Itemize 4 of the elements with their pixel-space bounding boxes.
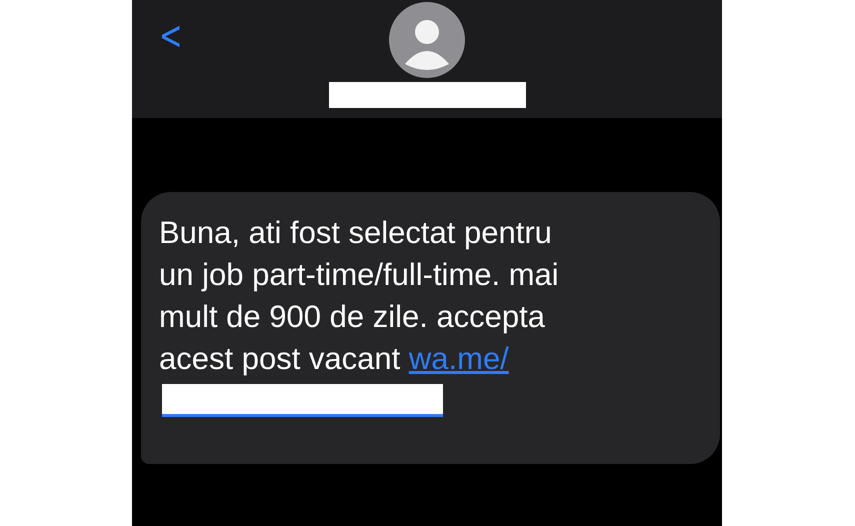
message-text: Buna, ati fost selectat pentru un job part-time/full-time. mai mult de 900 de zile. accepta acest post vacant wa.me/ bbox=[159, 214, 560, 378]
back-button[interactable]: < bbox=[159, 16, 182, 56]
message-link[interactable]: wa.me/ bbox=[408, 341, 509, 376]
avatar-icon bbox=[389, 2, 465, 78]
